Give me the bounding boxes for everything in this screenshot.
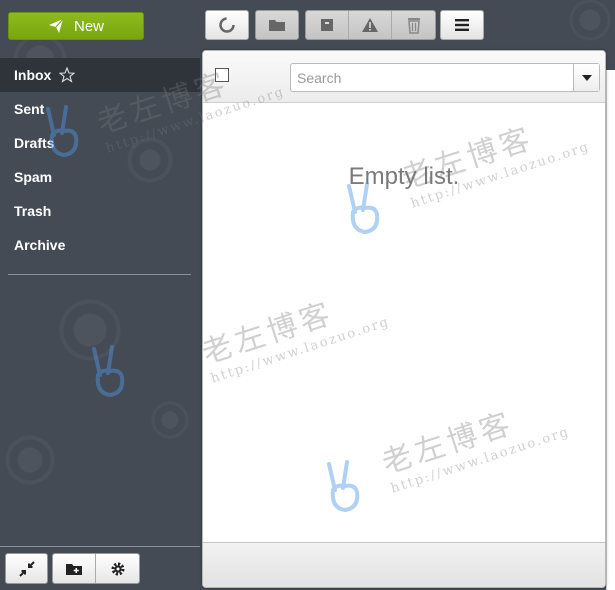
select-all-checkbox[interactable] <box>215 68 229 82</box>
folder-drafts[interactable]: Drafts <box>0 126 200 160</box>
message-actions-group <box>305 10 436 40</box>
folder-label: Trash <box>14 203 52 219</box>
menu-button[interactable] <box>440 10 484 40</box>
empty-list-message: Empty list. <box>348 163 460 190</box>
search-box <box>290 63 600 92</box>
search-input[interactable] <box>291 64 573 91</box>
folder-icon <box>269 20 285 31</box>
folder-inbox[interactable]: Inbox <box>0 58 200 92</box>
move-to-folder-button[interactable] <box>255 10 299 40</box>
message-list-footer <box>203 542 605 587</box>
preview-pane-edge <box>606 70 615 590</box>
trash-icon <box>407 18 420 34</box>
new-message-button[interactable]: New <box>8 12 144 40</box>
sidebar-footer <box>0 546 200 590</box>
folder-label: Drafts <box>14 135 55 151</box>
folder-label: Sent <box>14 101 45 117</box>
folder-label: Inbox <box>14 67 52 83</box>
message-list-panel: Empty list. <box>202 50 606 588</box>
sidebar-divider <box>8 274 191 275</box>
folder-plus-icon <box>66 563 82 575</box>
hamburger-menu-icon <box>455 19 469 31</box>
folder-label: Spam <box>14 169 53 185</box>
settings-button[interactable] <box>96 554 139 583</box>
add-folder-button[interactable] <box>53 554 96 583</box>
new-message-label: New <box>73 17 104 35</box>
search-options-dropdown[interactable] <box>573 64 599 91</box>
folder-trash[interactable]: Trash <box>0 194 200 228</box>
folder-archive[interactable]: Archive <box>0 228 200 262</box>
gear-icon <box>111 562 124 575</box>
warning-icon <box>362 18 378 32</box>
collapse-arrows-icon <box>18 560 35 577</box>
folder-spam[interactable]: Spam <box>0 160 200 194</box>
folder-label: Archive <box>14 237 66 253</box>
caret-down-icon <box>581 74 592 81</box>
star-icon[interactable] <box>59 67 76 83</box>
folder-tools-group <box>52 553 140 584</box>
archive-box-icon <box>321 19 333 31</box>
folder-list: Inbox Sent Drafts Spam Trash Archive <box>0 58 200 262</box>
message-list-header <box>203 51 605 103</box>
collapse-sidebar-button[interactable] <box>5 553 48 584</box>
refresh-button[interactable] <box>205 10 249 40</box>
mark-spam-button[interactable] <box>349 11 392 39</box>
paper-plane-icon <box>48 18 64 33</box>
delete-button[interactable] <box>392 11 435 39</box>
loading-spinner-icon <box>219 17 235 33</box>
folder-sent[interactable]: Sent <box>0 92 200 126</box>
archive-button[interactable] <box>306 11 349 39</box>
